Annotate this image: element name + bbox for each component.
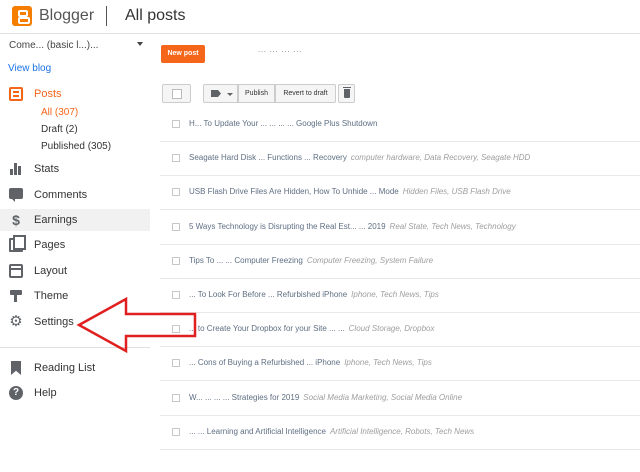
chevron-down-icon xyxy=(227,93,233,96)
sidebar-item-label: Comments xyxy=(34,189,88,201)
sidebar-item-label: Help xyxy=(34,387,57,399)
new-post-button[interactable]: New post xyxy=(161,45,205,63)
sidebar-item-earnings[interactable]: $ Earnings xyxy=(0,209,150,231)
blog-name: Come... (basic l...)... xyxy=(9,40,99,51)
tag-icon xyxy=(211,90,221,97)
table-row[interactable]: Tips To ... ... Computer Freezing Compute… xyxy=(160,245,640,279)
sidebar-item-reading-list[interactable]: Reading List xyxy=(0,357,150,379)
blog-selector[interactable]: Come... (basic l...)... xyxy=(9,40,149,54)
view-blog-link[interactable]: View blog xyxy=(8,63,51,74)
post-labels[interactable]: Real State, Tech News, Technology xyxy=(390,222,516,231)
sidebar-item-comments[interactable]: Comments xyxy=(0,184,150,206)
post-title-link[interactable]: 5 Ways Technology is Disrupting the Real… xyxy=(189,222,386,231)
sidebar-item-label: Layout xyxy=(34,265,68,277)
red-arrow-annotation xyxy=(76,296,197,354)
row-checkbox[interactable] xyxy=(172,154,180,163)
page-title: All posts xyxy=(125,7,186,24)
post-labels[interactable]: Social Media Marketing, Social Media Onl… xyxy=(303,393,462,402)
post-text: H... To Update Your ... ... ... ... Goog… xyxy=(189,119,639,129)
sidebar-item-label: Posts xyxy=(34,88,62,100)
sidebar-sub-draft[interactable]: Draft (2) xyxy=(41,124,78,136)
delete-button[interactable] xyxy=(338,84,355,103)
sidebar-item-posts[interactable]: Posts xyxy=(0,83,150,105)
post-text: Tips To ... ... Computer Freezing Compute… xyxy=(189,256,639,266)
gear-icon: ⚙ xyxy=(9,313,23,330)
help-icon: ? xyxy=(9,386,23,400)
chevron-down-icon xyxy=(137,42,143,46)
publish-button[interactable]: Publish xyxy=(238,84,275,103)
table-row[interactable]: USB Flash Drive Files Are Hidden, How To… xyxy=(160,176,640,211)
post-title-link[interactable]: W... ... ... ... Strategies for 2019 xyxy=(189,393,299,402)
post-labels[interactable]: Artificial Intelligence, Robots, Tech Ne… xyxy=(330,427,474,436)
trash-icon xyxy=(343,87,351,98)
table-row[interactable]: H... To Update Your ... ... ... ... Goog… xyxy=(160,108,640,142)
bar-chart-icon xyxy=(9,162,23,176)
post-title-link[interactable]: USB Flash Drive Files Are Hidden, How To… xyxy=(189,187,399,196)
sidebar-item-layout[interactable]: Layout xyxy=(0,260,150,282)
post-title-link[interactable]: Seagate Hard Disk ... Functions ... Reco… xyxy=(189,153,347,162)
bookmark-icon xyxy=(11,361,21,375)
table-row[interactable]: ... to Create Your Dropbox for your Site… xyxy=(160,313,640,348)
post-text: USB Flash Drive Files Are Hidden, How To… xyxy=(189,187,639,197)
table-row[interactable]: Seagate Hard Disk ... Functions ... Reco… xyxy=(160,142,640,177)
app-header: Blogger All posts xyxy=(0,0,640,34)
posts-icon xyxy=(9,87,23,101)
arrow-shape xyxy=(76,296,197,354)
post-labels[interactable]: Cloud Storage, Dropbox xyxy=(349,324,435,333)
post-title-link[interactable]: ... Cons of Buying a Refurbished ... iPh… xyxy=(189,358,340,367)
post-text: ... To Look For Before ... Refurbished i… xyxy=(189,290,639,300)
table-row[interactable]: ... To Look For Before ... Refurbished i… xyxy=(160,279,640,313)
comment-icon xyxy=(9,188,23,202)
sidebar-item-label: Stats xyxy=(34,163,60,175)
table-row[interactable]: W... ... ... ... Strategies for 2019 Soci… xyxy=(160,382,640,416)
post-labels[interactable]: computer hardware, Data Recovery, Seagat… xyxy=(351,153,531,162)
layout-icon xyxy=(9,264,23,278)
table-row[interactable]: ... Cons of Buying a Refurbished ... iPh… xyxy=(160,347,640,382)
sidebar-item-stats[interactable]: Stats xyxy=(0,158,150,180)
post-labels[interactable]: Computer Freezing, System Failure xyxy=(307,256,433,265)
sidebar-item-help[interactable]: ? Help xyxy=(0,382,150,404)
label-dropdown-button[interactable] xyxy=(203,84,238,103)
revert-to-draft-button[interactable]: Revert to draft xyxy=(275,84,336,103)
row-checkbox[interactable] xyxy=(172,222,180,231)
post-title-link[interactable]: ... to Create Your Dropbox for your Site… xyxy=(189,324,345,333)
table-row[interactable]: 5 Ways Technology is Disrupting the Real… xyxy=(160,211,640,245)
blurred-hint-text: ... ... ... ... xyxy=(258,47,303,54)
row-checkbox[interactable] xyxy=(172,188,180,197)
post-text: 5 Ways Technology is Disrupting the Real… xyxy=(189,222,639,232)
post-title-link[interactable]: H... To Update Your ... ... ... ... Goog… xyxy=(189,119,377,128)
brand-name[interactable]: Blogger xyxy=(39,6,94,26)
sidebar-item-label: Pages xyxy=(34,239,66,251)
table-row[interactable]: ... ... Learning and Artificial Intellig… xyxy=(160,416,640,450)
row-checkbox[interactable] xyxy=(172,256,180,265)
row-checkbox[interactable] xyxy=(172,427,180,436)
pages-icon xyxy=(9,235,26,252)
post-text: ... Cons of Buying a Refurbished ... iPh… xyxy=(189,358,639,368)
sidebar-item-label: Reading List xyxy=(34,362,96,374)
blogger-logo-icon[interactable] xyxy=(12,6,32,26)
sidebar-item-label: Theme xyxy=(34,290,69,302)
sidebar-item-label: Settings xyxy=(34,316,74,328)
post-text: W... ... ... ... Strategies for 2019 Soci… xyxy=(189,393,639,403)
select-all-checkbox[interactable] xyxy=(162,84,191,103)
sidebar-item-pages[interactable]: Pages xyxy=(0,234,150,256)
post-title-link[interactable]: ... ... Learning and Artificial Intellig… xyxy=(189,427,326,436)
post-labels[interactable]: Hidden Files, USB Flash Drive xyxy=(403,187,511,196)
post-title-link[interactable]: Tips To ... ... Computer Freezing xyxy=(189,256,303,265)
row-checkbox[interactable] xyxy=(172,120,180,128)
sidebar-item-label: Earnings xyxy=(34,214,78,226)
post-text: ... to Create Your Dropbox for your Site… xyxy=(189,324,639,334)
post-text: ... ... Learning and Artificial Intellig… xyxy=(189,427,639,437)
post-title-link[interactable]: ... To Look For Before ... Refurbished i… xyxy=(189,290,347,299)
row-checkbox[interactable] xyxy=(172,393,180,402)
sidebar-sub-published[interactable]: Published (305) xyxy=(41,141,111,153)
post-labels[interactable]: Iphone, Tech News, Tips xyxy=(344,358,432,367)
row-checkbox[interactable] xyxy=(172,359,180,368)
paint-roller-icon xyxy=(9,289,23,303)
post-text: Seagate Hard Disk ... Functions ... Reco… xyxy=(189,153,639,163)
dollar-icon: $ xyxy=(12,212,20,228)
sidebar-sub-all[interactable]: All (307) xyxy=(41,107,78,119)
header-divider xyxy=(106,6,107,26)
post-labels[interactable]: Iphone, Tech News, Tips xyxy=(351,290,439,299)
